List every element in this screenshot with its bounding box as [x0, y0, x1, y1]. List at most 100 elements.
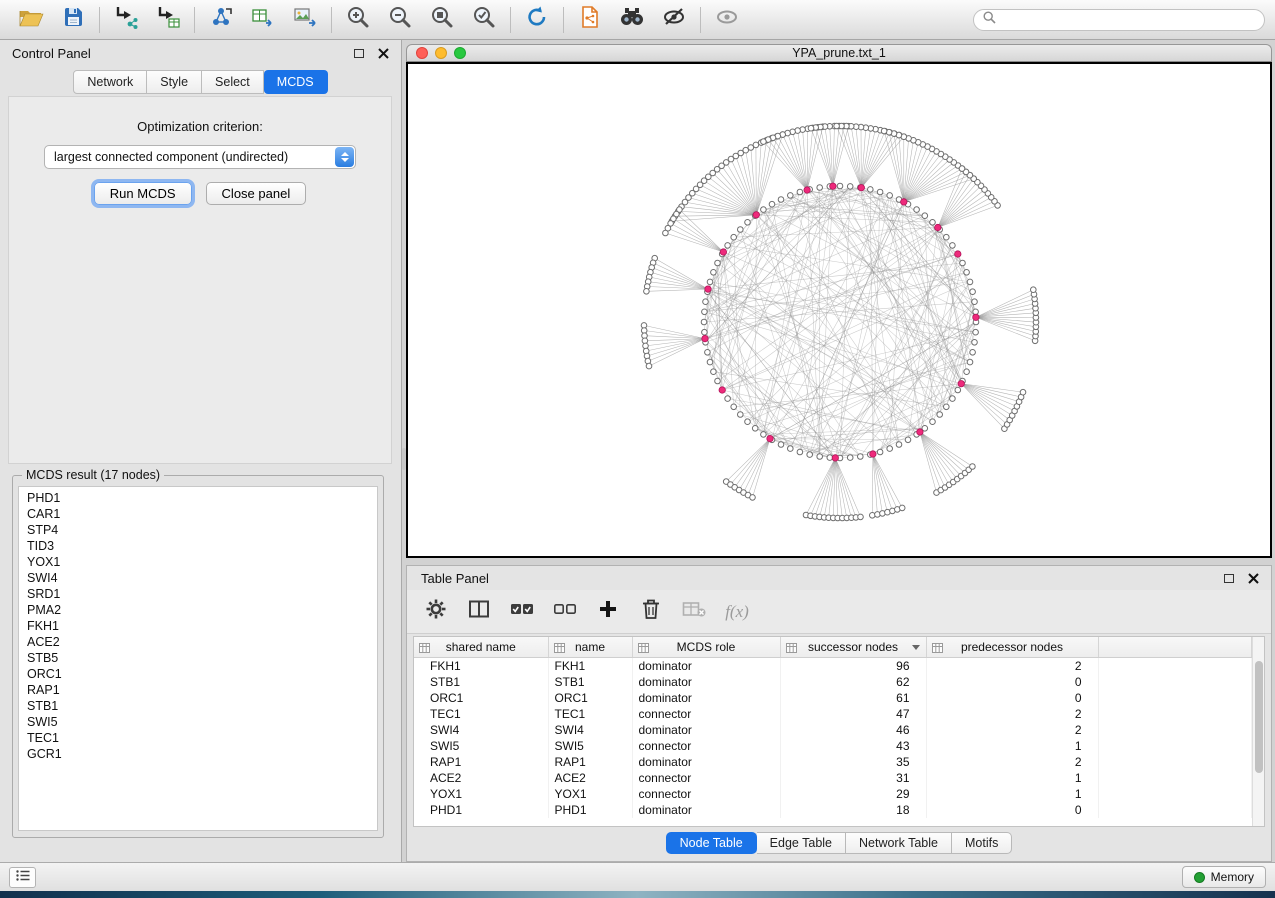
network-node[interactable] [738, 227, 744, 233]
table-cell[interactable]: TEC1 [414, 706, 548, 722]
network-node[interactable] [761, 432, 767, 438]
network-node[interactable] [858, 454, 864, 460]
dominator-node[interactable] [753, 212, 759, 218]
dropdown-stepper-icon[interactable] [335, 147, 354, 167]
network-node[interactable] [858, 514, 864, 520]
maximize-window-icon[interactable] [454, 47, 466, 59]
network-node[interactable] [877, 189, 883, 195]
table-cell[interactable]: 29 [780, 786, 926, 802]
sort-icon[interactable] [638, 642, 649, 656]
export-image-button[interactable] [284, 3, 326, 37]
network-node[interactable] [899, 505, 905, 511]
table-cell[interactable]: 2 [926, 722, 1098, 738]
table-cell[interactable]: STB1 [414, 674, 548, 690]
table-row[interactable]: YOX1YOX1connector291 [414, 786, 1252, 802]
unselect-all-button[interactable] [552, 599, 578, 625]
network-node[interactable] [711, 270, 717, 276]
network-node[interactable] [887, 446, 893, 452]
network-node[interactable] [922, 213, 928, 219]
table-cell[interactable]: connector [632, 738, 780, 754]
network-node[interactable] [937, 412, 943, 418]
network-node[interactable] [944, 234, 950, 240]
network-node[interactable] [972, 340, 978, 346]
table-cell[interactable]: dominator [632, 657, 780, 674]
table-cell[interactable]: 1 [926, 770, 1098, 786]
list-item[interactable]: SWI5 [19, 714, 377, 730]
table-cell[interactable]: 0 [926, 802, 1098, 818]
network-node[interactable] [715, 378, 721, 384]
network-node[interactable] [731, 404, 737, 410]
dominator-node[interactable] [705, 286, 711, 292]
scrollbar-thumb[interactable] [1255, 661, 1263, 773]
network-node[interactable] [959, 166, 965, 172]
network-node[interactable] [807, 452, 813, 458]
list-item[interactable]: STB5 [19, 650, 377, 666]
network-node[interactable] [745, 419, 751, 425]
close-panel-icon[interactable] [378, 48, 389, 59]
sort-icon[interactable] [786, 642, 797, 656]
table-cell[interactable]: ORC1 [548, 690, 632, 706]
dominator-node[interactable] [767, 435, 773, 441]
dominator-node[interactable] [858, 185, 864, 191]
network-node[interactable] [964, 369, 970, 375]
table-cell[interactable]: FKH1 [414, 657, 548, 674]
network-node[interactable] [707, 359, 713, 365]
network-node[interactable] [964, 270, 970, 276]
table-cell[interactable]: 18 [780, 802, 926, 818]
network-node[interactable] [973, 329, 979, 335]
delete-column-button[interactable] [638, 599, 664, 625]
network-node[interactable] [788, 193, 794, 199]
table-cell[interactable]: dominator [632, 802, 780, 818]
dominator-node[interactable] [719, 387, 725, 393]
table-cell[interactable]: dominator [632, 690, 780, 706]
network-node[interactable] [970, 289, 976, 295]
find-button[interactable] [611, 3, 653, 37]
table-cell[interactable]: SWI4 [414, 722, 548, 738]
table-cell[interactable]: connector [632, 770, 780, 786]
column-header[interactable]: MCDS role [632, 637, 780, 657]
list-item[interactable]: TEC1 [19, 730, 377, 746]
network-node[interactable] [745, 220, 751, 226]
table-cell[interactable]: 0 [926, 674, 1098, 690]
save-session-button[interactable] [52, 3, 94, 37]
list-item[interactable]: SRD1 [19, 586, 377, 602]
table-cell[interactable]: dominator [632, 722, 780, 738]
show-columns-button[interactable] [466, 599, 492, 625]
network-node[interactable] [750, 495, 756, 501]
network-node[interactable] [1031, 287, 1037, 293]
status-menu-button[interactable] [9, 867, 36, 888]
table-cell[interactable]: 31 [780, 770, 926, 786]
network-node[interactable] [881, 128, 887, 134]
table-cell[interactable]: FKH1 [548, 657, 632, 674]
table-cell[interactable]: 2 [926, 706, 1098, 722]
network-node[interactable] [701, 319, 707, 325]
dominator-node[interactable] [870, 451, 876, 457]
export-report-button[interactable] [569, 3, 611, 37]
import-table-button[interactable] [147, 3, 189, 37]
network-node[interactable] [837, 183, 843, 189]
tab-node-table[interactable]: Node Table [666, 832, 757, 854]
table-cell[interactable]: STB1 [548, 674, 632, 690]
table-cell[interactable]: 62 [780, 674, 926, 690]
apply-layout-button[interactable] [516, 3, 558, 37]
table-row[interactable]: STB1STB1dominator620 [414, 674, 1252, 690]
table-row[interactable]: ACE2ACE2connector311 [414, 770, 1252, 786]
table-cell[interactable]: 61 [780, 690, 926, 706]
list-item[interactable]: RAP1 [19, 682, 377, 698]
export-table-button[interactable] [242, 3, 284, 37]
list-item[interactable]: GCR1 [19, 746, 377, 762]
list-item[interactable]: SWI4 [19, 570, 377, 586]
table-cell[interactable]: 96 [780, 657, 926, 674]
tab-edge-table[interactable]: Edge Table [757, 832, 846, 854]
table-cell[interactable]: SWI5 [548, 738, 632, 754]
network-node[interactable] [705, 350, 711, 356]
dominator-node[interactable] [955, 251, 961, 257]
network-node[interactable] [778, 197, 784, 203]
table-row[interactable]: SWI4SWI4dominator462 [414, 722, 1252, 738]
network-node[interactable] [808, 125, 814, 131]
table-cell[interactable]: ACE2 [414, 770, 548, 786]
table-cell[interactable]: 35 [780, 754, 926, 770]
criterion-dropdown[interactable]: largest connected component (undirected) [44, 145, 356, 169]
table-row[interactable]: TEC1TEC1connector472 [414, 706, 1252, 722]
tab-motifs[interactable]: Motifs [952, 832, 1012, 854]
